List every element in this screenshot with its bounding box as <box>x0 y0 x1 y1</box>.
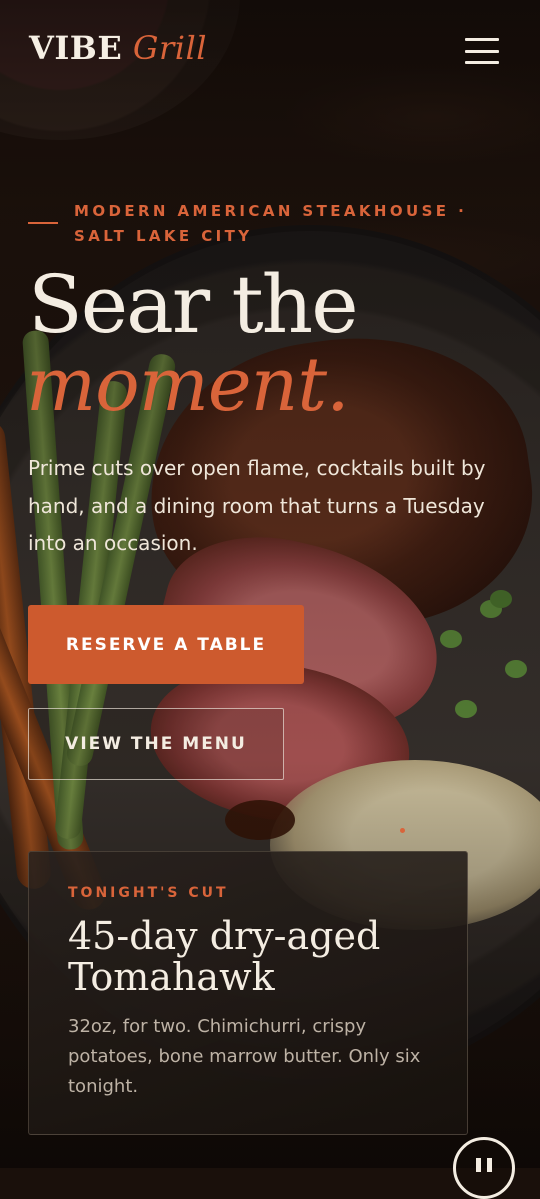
hero-eyebrow: MODERN AMERICAN STEAKHOUSE · SALT LAKE C… <box>74 202 468 245</box>
card-title: 45-day dry-aged Tomahawk <box>68 914 381 999</box>
card-description: 32oz, for two. Chimichurri, crispy potat… <box>68 1016 421 1097</box>
hamburger-line <box>465 38 499 41</box>
carousel-indicator-dot <box>400 828 405 833</box>
view-menu-button[interactable]: VIEW THE MENU <box>28 708 284 780</box>
tonights-cut-card: TONIGHT'S CUT 45-day dry-aged Tomahawk 3… <box>28 851 468 1135</box>
logo-accent-wordmark: Grill <box>132 29 207 67</box>
hamburger-line <box>465 49 499 53</box>
eyebrow-divider <box>28 222 58 224</box>
hero-headline-accent: moment. <box>26 342 350 428</box>
reserve-table-button[interactable]: RESERVE A TABLE <box>28 605 304 684</box>
hamburger-line <box>465 61 499 64</box>
pause-icon <box>476 1158 492 1172</box>
hero-lede: Prime cuts over open flame, cocktails bu… <box>28 456 486 555</box>
hero-headline: Sear the <box>28 258 359 351</box>
card-eyebrow: TONIGHT'S CUT <box>68 885 229 901</box>
pause-video-button[interactable] <box>453 1137 515 1199</box>
site-logo[interactable]: VIBE Grill <box>29 28 207 68</box>
hamburger-icon[interactable] <box>465 38 499 64</box>
logo-wordmark: VIBE <box>29 29 123 67</box>
